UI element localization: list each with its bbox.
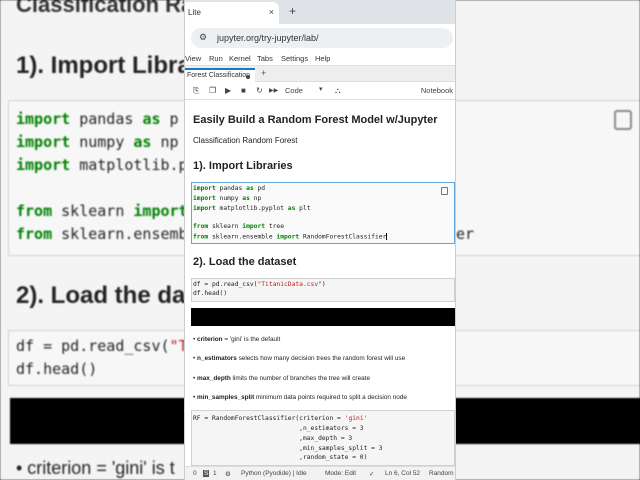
browser-tab-bar: Lite × + <box>185 0 455 24</box>
bullet-criterion: • criterion = 'gini' is the default <box>193 336 281 343</box>
status-count[interactable]: 0 <box>193 470 197 477</box>
bg-copy-icon <box>614 110 632 130</box>
site-settings-icon[interactable]: ⚙ <box>199 32 207 43</box>
debugger-icon[interactable]: ⛬ <box>335 86 341 96</box>
new-launcher-button[interactable]: + <box>261 68 266 78</box>
notebook-subtitle: Classification Random Forest <box>193 136 298 145</box>
menu-help[interactable]: Help <box>315 54 330 63</box>
menu-view[interactable]: View <box>185 54 201 63</box>
check-icon: ✓ <box>369 471 375 478</box>
text-cursor <box>386 233 388 240</box>
code-line: ,random_state = 0) <box>193 454 368 461</box>
bullet-n-estimators: • n_estimators selects how many decision… <box>193 355 406 362</box>
status-count2[interactable]: 1 <box>213 470 217 477</box>
code-line: import pandas as pd <box>193 185 266 192</box>
bg-bullet: • criterion = 'gini' is t <box>16 458 175 478</box>
status-file-name: Random <box>429 470 454 477</box>
status-bar: 0 S 1 ⚙ Python (Pyodide) | Idle Mode: Ed… <box>185 466 455 480</box>
code-line: ,min_samples_split = 3 <box>193 445 383 452</box>
run-icon[interactable]: ▶ <box>225 86 231 95</box>
notebook-tab[interactable]: Forest Classification <box>185 68 255 82</box>
bg-heading-load: 2). Load the da <box>16 282 186 309</box>
chevron-down-icon[interactable]: ▾ <box>319 85 323 93</box>
new-tab-button[interactable]: + <box>289 4 296 18</box>
menu-kernel[interactable]: Kernel <box>229 54 251 63</box>
bullet-max-depth: • max_depth limits the number of branche… <box>193 375 371 382</box>
code-line: RF = RandomForestClassifier(criterion = … <box>193 415 368 422</box>
copy-icon[interactable] <box>441 187 448 195</box>
bg-code-line: import matplotlib.p <box>16 156 188 174</box>
notebook-title: Easily Build a Random Forest Model w/Jup… <box>193 114 438 126</box>
bg-code-line: from sklearn import <box>16 202 188 220</box>
browser-tab[interactable]: Lite × <box>185 2 279 24</box>
bullet-min-samples-split: • min_samples_split minimum data points … <box>193 394 407 401</box>
bg-code-line: import numpy as np <box>16 133 179 151</box>
code-line: df = pd.read_csv("TitanicData.csv") <box>193 281 326 288</box>
code-line: ,n_estimators = 3 <box>193 425 364 432</box>
notebook-tab-label: Forest Classification <box>187 72 251 79</box>
paste-icon[interactable]: ❐ <box>209 86 216 95</box>
menu-tabs[interactable]: Tabs <box>257 54 273 63</box>
kernel-status[interactable]: Python (Pyodide) | Idle <box>241 470 307 477</box>
menu-run[interactable]: Run <box>209 54 223 63</box>
bg-code-line: import pandas as p <box>16 110 179 128</box>
notebook-tab-bar: Forest Classification + <box>185 66 455 82</box>
unsaved-dot-icon <box>246 75 250 79</box>
notebook-content[interactable]: Easily Build a Random Forest Model w/Jup… <box>185 100 455 466</box>
code-line: df.head() <box>193 290 228 297</box>
cell-type-select[interactable]: Code <box>285 86 303 95</box>
browser-tab-label: Lite <box>188 8 201 17</box>
code-line: import matplotlib.pyplot as plt <box>193 205 311 212</box>
jupyter-menu-bar: View Run Kernel Tabs Settings Help <box>185 50 455 66</box>
mode-indicator: Mode: Edit <box>325 470 357 477</box>
restart-icon[interactable]: ↻ <box>256 86 263 95</box>
bg-code-tail: er <box>456 225 475 243</box>
copy-icon[interactable]: ⎘ <box>193 86 199 96</box>
bg-load-line: df = pd.read_csv("T <box>16 337 188 355</box>
url-text: jupyter.org/try-jupyter/lab/ <box>217 33 319 43</box>
code-line: from sklearn import tree <box>193 223 285 230</box>
heading-import-libraries: 1). Import Libraries <box>193 160 293 172</box>
code-line: from sklearn.ensemble import RandomFores… <box>193 233 388 241</box>
address-bar: ⚙ jupyter.org/try-jupyter/lab/ <box>185 24 455 50</box>
code-line: import numpy as np <box>193 195 262 202</box>
bg-code-line: from sklearn.ensemb <box>16 225 188 243</box>
status-s-badge[interactable]: S <box>203 470 210 477</box>
stop-icon[interactable]: ■ <box>241 86 246 95</box>
browser-window: Lite × + ⚙ jupyter.org/try-jupyter/lab/ … <box>184 0 456 480</box>
code-line: ,max_depth = 3 <box>193 435 353 442</box>
gear-icon[interactable]: ⚙ <box>225 470 231 478</box>
cell-output-redacted <box>191 308 455 326</box>
run-all-icon[interactable]: ▶▶ <box>269 87 278 94</box>
url-field[interactable]: ⚙ jupyter.org/try-jupyter/lab/ <box>191 28 453 48</box>
bg-load-line: df.head() <box>16 360 98 378</box>
notebook-toolbar: ⎘ ❐ ▶ ■ ↻ ▶▶ Code ▾ ⛬ Notebook <box>185 82 455 100</box>
bg-heading-import: 1). Import Libra <box>16 52 191 79</box>
cursor-position[interactable]: Ln 6, Col 52 <box>385 470 420 477</box>
close-icon[interactable]: × <box>269 7 274 17</box>
menu-settings[interactable]: Settings <box>281 54 308 63</box>
heading-load-dataset: 2). Load the dataset <box>193 256 297 268</box>
kernel-name[interactable]: Notebook <box>421 86 453 95</box>
